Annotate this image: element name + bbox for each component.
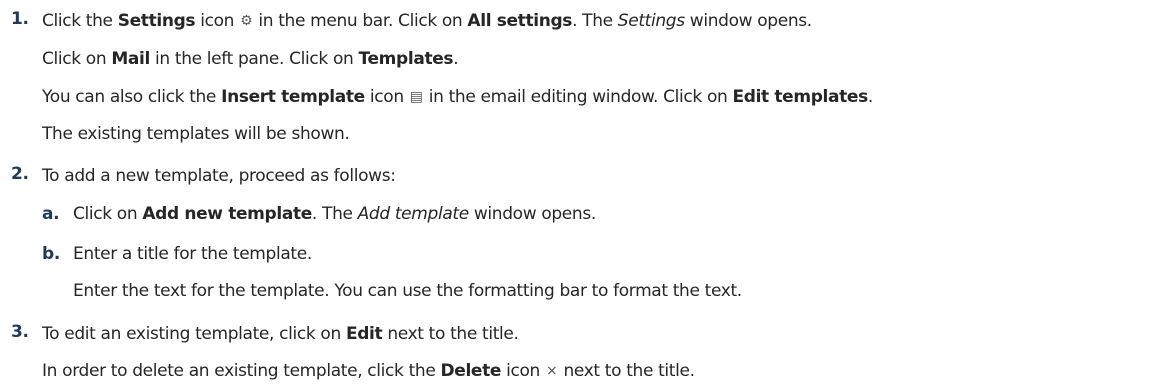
text: icon xyxy=(364,87,409,107)
text: In order to delete an existing template,… xyxy=(42,361,441,381)
add-new-template-label: Add new template xyxy=(142,204,312,224)
edit-templates-label: Edit templates xyxy=(732,87,869,107)
add-template-window-label: Add template xyxy=(357,204,470,224)
mail-label: Mail xyxy=(111,49,150,69)
edit-label: Edit xyxy=(345,324,383,344)
step-number: 3. xyxy=(11,322,29,342)
substep-letter: a. xyxy=(42,204,60,224)
text: icon xyxy=(501,361,546,381)
text: window opens. xyxy=(684,11,812,31)
gear-icon: ⚙ xyxy=(240,13,253,29)
step-1-line-2: Click on Mail in the left pane. Click on… xyxy=(42,47,459,71)
insert-template-label: Insert template xyxy=(221,87,365,107)
text: in the email editing window. Click on xyxy=(423,87,733,107)
step-3-line-2: In order to delete an existing template,… xyxy=(42,359,695,383)
text: . xyxy=(867,87,873,107)
substep-b-line-2: Enter the text for the template. You can… xyxy=(73,281,742,301)
delete-label: Delete xyxy=(440,361,502,381)
substep-a-line: Click on Add new template. The Add templ… xyxy=(73,202,596,226)
text: . The xyxy=(572,11,618,31)
text: in the menu bar. Click on xyxy=(253,11,468,31)
text: The existing templates will be shown. xyxy=(42,124,350,144)
text: in the left pane. Click on xyxy=(150,49,359,69)
substep-b-line-1: Enter a title for the template. xyxy=(73,244,312,264)
text: To edit an existing template, click on xyxy=(42,324,346,344)
text: Click on xyxy=(42,49,112,69)
step-1-line-3: You can also click the Insert template i… xyxy=(42,85,873,109)
text: next to the title. xyxy=(558,361,695,381)
settings-window-label: Settings xyxy=(617,11,685,31)
step-3-line-1: To edit an existing template, click on E… xyxy=(42,322,519,346)
step-1-line-4: The existing templates will be shown. xyxy=(42,122,350,146)
close-icon: × xyxy=(546,363,558,379)
text: . The xyxy=(311,204,358,224)
step-2-line: To add a new template, proceed as follow… xyxy=(42,166,396,186)
text: Click the xyxy=(42,11,118,31)
template-icon: ▤ xyxy=(409,89,423,105)
text: window opens. xyxy=(468,204,596,224)
text: You can also click the xyxy=(42,87,222,107)
step-1-line-1: Click the Settings icon ⚙ in the menu ba… xyxy=(42,9,812,33)
step-number: 2. xyxy=(11,164,29,184)
text: next to the title. xyxy=(382,324,519,344)
settings-label: Settings xyxy=(117,11,196,31)
text: Click on xyxy=(73,204,143,224)
instructions-document: 1. Click the Settings icon ⚙ in the menu… xyxy=(0,0,1159,391)
text: icon xyxy=(195,11,240,31)
substep-letter: b. xyxy=(42,244,60,264)
text: . xyxy=(453,49,459,69)
step-number: 1. xyxy=(11,9,29,29)
templates-label: Templates xyxy=(358,49,454,69)
all-settings-label: All settings xyxy=(467,11,573,31)
